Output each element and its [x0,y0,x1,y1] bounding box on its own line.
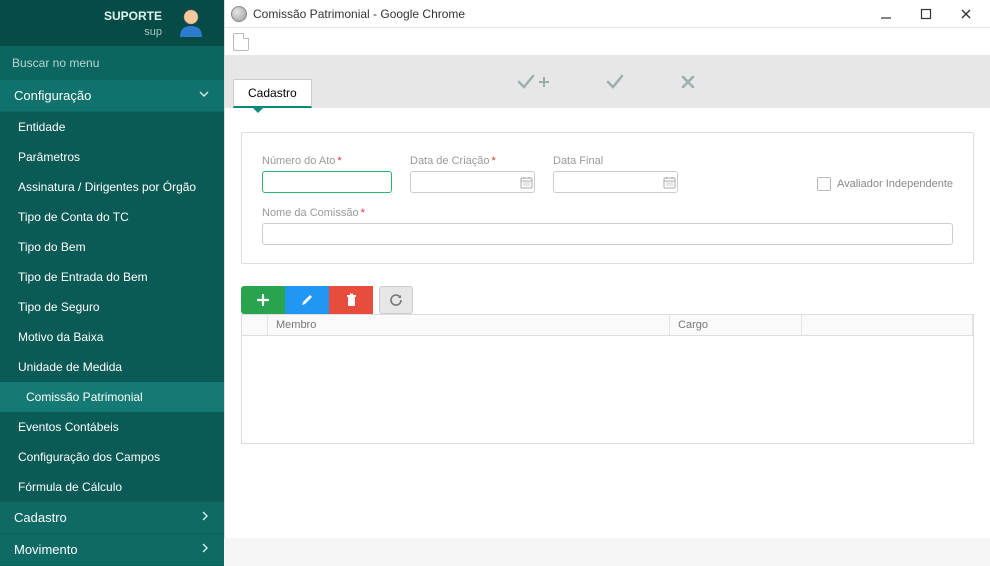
tab-cadastro[interactable]: Cadastro [233,79,312,108]
window-controls [876,4,984,24]
grid-add-button[interactable] [241,286,285,314]
app-icon [231,6,247,22]
browser-address-bar [225,28,990,56]
menu-group-configuracao[interactable]: Configuração [0,80,224,112]
action-bar-center [229,72,982,92]
content: Número do Ato* Data de Criação* Data Fin… [225,108,990,538]
grid-col-select [242,315,268,335]
sidebar-item-parametros[interactable]: Parâmetros [0,142,224,172]
page-icon [233,33,249,51]
user-info: SUPORTE sup [104,9,166,38]
grid-edit-button[interactable] [285,286,329,314]
calendar-icon[interactable] [660,171,678,193]
calendar-icon[interactable] [517,171,535,193]
chevron-right-icon [200,543,210,556]
close-button[interactable] [956,4,976,24]
sidebar-item-assinatura[interactable]: Assinatura / Dirigentes por Órgão [0,172,224,202]
menu-group-label: Configuração [14,88,91,103]
grid-refresh-button[interactable] [379,286,413,314]
chevron-down-icon [198,88,210,103]
data-final-label: Data Final [553,155,678,167]
action-bar: Cadastro [225,56,990,108]
menu-search[interactable] [0,46,224,80]
sidebar-item-tipo-bem[interactable]: Tipo do Bem [0,232,224,262]
sidebar-item-tipo-entrada-bem[interactable]: Tipo de Entrada do Bem [0,262,224,292]
grid-col-cargo[interactable]: Cargo [670,315,802,335]
members-grid: Membro Cargo [241,314,974,444]
menu-group-label: Cadastro [14,510,67,525]
submenu-configuracao: Entidade Parâmetros Assinatura / Dirigen… [0,112,224,502]
minimize-button[interactable] [876,4,896,24]
sidebar-item-formula-calculo[interactable]: Fórmula de Cálculo [0,472,224,502]
sidebar-item-motivo-baixa[interactable]: Motivo da Baixa [0,322,224,352]
save-button[interactable] [605,72,625,92]
window-title: Comissão Patrimonial - Google Chrome [253,7,465,21]
nome-comissao-input[interactable] [262,223,953,245]
main-window: Comissão Patrimonial - Google Chrome Cad… [224,0,990,538]
sidebar-item-tipo-conta-tc[interactable]: Tipo de Conta do TC [0,202,224,232]
sidebar-item-unidade-medida[interactable]: Unidade de Medida [0,352,224,382]
numero-ato-label: Número do Ato* [262,155,392,167]
grid-col-membro[interactable]: Membro [268,315,670,335]
menu-group-cadastro[interactable]: Cadastro [0,502,224,534]
checkbox-icon [817,177,831,191]
menu-search-input[interactable] [12,56,212,70]
sidebar-item-entidade[interactable]: Entidade [0,112,224,142]
avatar[interactable] [174,6,208,40]
cancel-button[interactable] [680,74,696,90]
nome-comissao-label: Nome da Comissão* [262,207,953,219]
grid-delete-button[interactable] [329,286,373,314]
numero-ato-input[interactable] [262,171,392,193]
menu-group-label: Movimento [14,542,78,557]
sidebar: SUPORTE sup Configuração Entidade Parâme… [0,0,224,538]
window-title-bar: Comissão Patrimonial - Google Chrome [225,0,990,28]
grid-header: Membro Cargo [242,315,973,336]
data-criacao-label: Data de Criação* [410,155,535,167]
grid-toolbar [241,286,974,314]
sidebar-item-tipo-seguro[interactable]: Tipo de Seguro [0,292,224,322]
menu-group-movimento[interactable]: Movimento [0,534,224,566]
sidebar-item-configuracao-campos[interactable]: Configuração dos Campos [0,442,224,472]
chevron-right-icon [200,511,210,524]
user-top-label: SUPORTE [104,9,162,23]
grid-col-rest [802,315,973,335]
sidebar-item-eventos-contabeis[interactable]: Eventos Contábeis [0,412,224,442]
sidebar-header: SUPORTE sup [0,0,224,46]
save-and-new-button[interactable] [516,72,550,92]
avaliador-label: Avaliador Independente [837,178,953,190]
maximize-button[interactable] [916,4,936,24]
sidebar-item-comissao-patrimonial[interactable]: Comissão Patrimonial [0,382,224,412]
user-sub-label: sup [144,26,162,38]
form-card: Número do Ato* Data de Criação* Data Fin… [241,132,974,264]
avaliador-independente-checkbox[interactable]: Avaliador Independente [817,177,953,191]
